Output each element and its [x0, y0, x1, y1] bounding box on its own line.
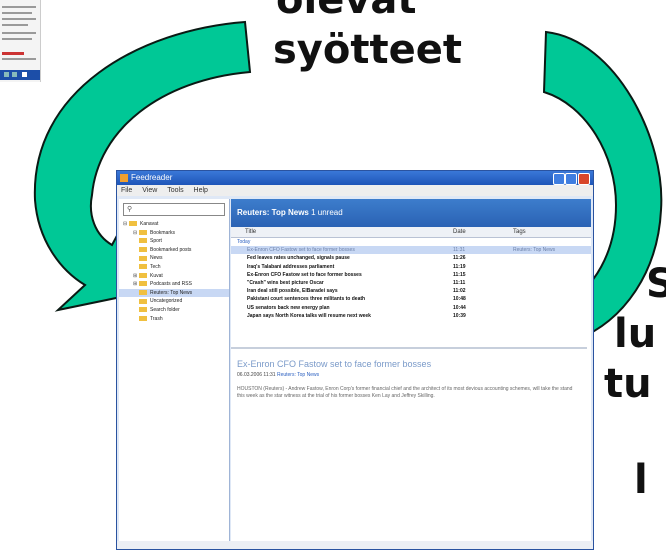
folder-icon — [139, 264, 147, 270]
table-row[interactable]: US senators back new energy plan 10:44 — [231, 304, 591, 312]
feed-header: Reuters: Top News 1 unread — [231, 199, 591, 227]
menu-help[interactable]: Help — [194, 187, 208, 194]
folder-icon — [129, 221, 137, 227]
feed-icon — [139, 289, 147, 295]
search-icon: ⚲ — [127, 206, 133, 213]
maximize-button[interactable] — [565, 173, 577, 185]
sidebar-item[interactable]: Trash — [119, 315, 229, 324]
sidebar-item[interactable]: Bookmarked posts — [119, 246, 229, 255]
table-row[interactable]: Pakistani court sentences three militant… — [231, 295, 591, 303]
heading-line1: olevat — [276, 0, 417, 23]
menu-view[interactable]: View — [142, 187, 157, 194]
sidebar-item[interactable]: Sport — [119, 237, 229, 246]
folder-icon — [139, 238, 147, 244]
sidebar-item[interactable]: Search folder — [119, 306, 229, 315]
table-row[interactable]: Iraq's Talabani addresses parliament 11:1… — [231, 263, 591, 271]
search-input[interactable]: ⚲ — [123, 203, 225, 216]
group-header[interactable]: Today — [231, 238, 591, 246]
article-date: 06.03.2006 11:31 — [237, 372, 276, 378]
feed-title: Reuters: Top News — [237, 208, 309, 217]
minimize-button[interactable] — [553, 173, 565, 185]
menu-bar: File View Tools Help — [117, 185, 593, 196]
article-feed-link[interactable]: Reuters: Top News — [277, 372, 319, 378]
sidebar-item[interactable]: ⊟ Bookmarks — [119, 229, 229, 238]
folder-icon — [139, 229, 147, 235]
sidebar-item[interactable]: Uncategorized — [119, 297, 229, 306]
column-date[interactable]: Date — [453, 227, 466, 237]
table-row[interactable]: Ex-Enron CFO Fastow set to face former b… — [231, 246, 591, 255]
article-title[interactable]: Ex-Enron CFO Fastow set to face former b… — [237, 359, 587, 369]
menu-file[interactable]: File — [121, 187, 132, 194]
right-fragment-4: l — [634, 457, 648, 503]
article-body: HOUSTON (Reuters) - Andrew Fastow, Enron… — [237, 386, 573, 399]
menu-tools[interactable]: Tools — [167, 187, 183, 194]
table-row[interactable]: Ex-Enron CFO Fastow set to face former b… — [231, 271, 591, 279]
heading-line2: syötteet — [273, 27, 462, 73]
table-row[interactable]: Iran deal still possible, ElBaradei says… — [231, 287, 591, 295]
article-meta: 06.03.2006 11:31 Reuters: Top News — [237, 372, 587, 378]
folder-icon — [139, 246, 147, 252]
status-bar — [117, 541, 593, 549]
folder-icon — [139, 307, 147, 313]
column-title[interactable]: Title — [245, 227, 256, 237]
column-headers: Title Date Tags — [231, 227, 591, 238]
folder-icon — [139, 298, 147, 304]
folder-icon — [139, 272, 147, 278]
sidebar-root[interactable]: ⊟ Kanavat — [119, 220, 229, 229]
column-tags[interactable]: Tags — [513, 227, 526, 237]
article-reader: Ex-Enron CFO Fastow set to face former b… — [231, 347, 587, 537]
sidebar-item-selected[interactable]: Reuters: Top News — [119, 288, 229, 298]
table-row[interactable]: Fed leaves rates unchanged, signals paus… — [231, 254, 591, 262]
sidebar: ⚲ ⊟ Kanavat ⊟ Bookmarks Sport Bookmarked p… — [119, 199, 230, 547]
feedreader-window: Feedreader File View Tools Help ⚲ ⊟ Kanav… — [116, 170, 594, 550]
sidebar-item[interactable]: ⊞ Podcasts and RSS — [119, 280, 229, 289]
table-row[interactable]: "Crash" wins best picture Oscar 11:11 — [231, 279, 591, 287]
trash-icon — [139, 315, 147, 321]
unread-count: 1 unread — [311, 208, 343, 217]
main-pane: Reuters: Top News 1 unread Title Date Ta… — [231, 199, 591, 547]
sidebar-item[interactable]: Tech — [119, 263, 229, 272]
window-title: Feedreader — [131, 173, 173, 182]
folder-icon — [139, 281, 147, 287]
app-icon — [120, 174, 128, 182]
table-row[interactable]: Japan says North Korea talks will resume… — [231, 312, 591, 320]
sidebar-item[interactable]: News — [119, 254, 229, 263]
folder-icon — [139, 255, 147, 261]
close-button[interactable] — [578, 173, 590, 185]
window-titlebar: Feedreader — [117, 171, 593, 185]
sidebar-item[interactable]: ⊞ Kuvat — [119, 272, 229, 281]
